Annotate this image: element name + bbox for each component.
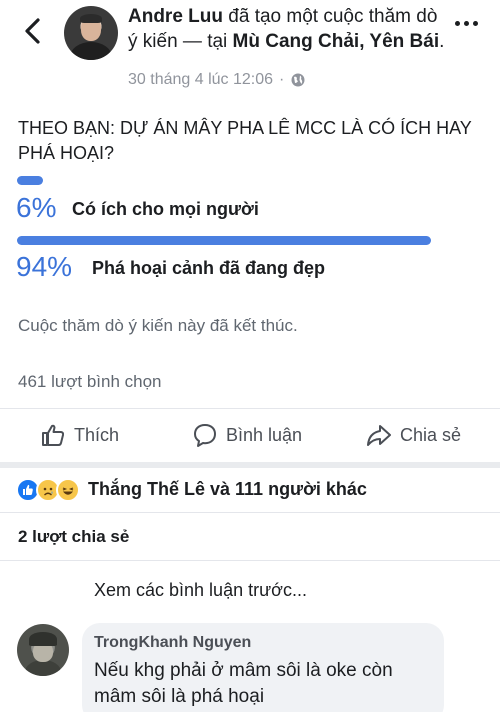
shares-count[interactable]: 2 lượt chia sẻ	[18, 527, 129, 547]
globe-icon	[291, 73, 305, 87]
divider	[0, 560, 500, 561]
like-button[interactable]: Thích	[40, 420, 119, 450]
post-title: Andre Luu đã tạo một cuộc thăm dò ý kiến…	[128, 4, 448, 54]
share-button[interactable]: Chia sẻ	[366, 420, 461, 450]
more-dot-icon	[473, 20, 478, 26]
more-dot-icon	[455, 20, 460, 26]
comment-author[interactable]: TrongKhanh Nguyen	[94, 634, 251, 652]
thumbs-up-icon	[42, 424, 65, 446]
more-options-button[interactable]	[455, 18, 481, 28]
comment-icon	[194, 424, 216, 447]
vote-count[interactable]: 461 lượt bình chọn	[18, 372, 162, 392]
reactions-icons[interactable]	[16, 476, 80, 504]
poll-question: THEO BẠN: DỰ ÁN MÂY PHA LÊ MCC LÀ CÓ ÍCH…	[18, 118, 472, 163]
section-divider	[0, 462, 500, 468]
post-meta: 30 tháng 4 lúc 12:06 ·	[128, 71, 306, 89]
poll-option-percent: 94%	[16, 251, 73, 282]
chevron-left-icon	[25, 18, 40, 44]
share-arrow-icon	[367, 425, 391, 446]
location-link[interactable]: Mù Cang Chải, Yên Bái	[233, 31, 440, 52]
comment-button[interactable]: Bình luận	[192, 420, 302, 450]
poll-option-bar	[17, 236, 431, 245]
poll-option-label: Có ích cho mọi người	[72, 199, 259, 219]
poll-ended-text: Cuộc thăm dò ý kiến này đã kết thúc.	[18, 316, 298, 335]
poll-option-bar	[17, 176, 43, 185]
back-button[interactable]	[18, 14, 48, 48]
comment-text: Nếu khg phải ở mâm sôi là oke còn mâm sô…	[94, 660, 393, 707]
poll-option-percent: 6%	[16, 192, 57, 223]
like-label: Thích	[74, 424, 120, 445]
comment-label: Bình luận	[226, 424, 303, 445]
author-name[interactable]: Andre Luu	[128, 6, 223, 27]
post-header: Andre Luu đã tạo một cuộc thăm dò ý kiến…	[0, 0, 500, 100]
location-suffix: .	[439, 31, 445, 52]
more-dot-icon	[464, 20, 469, 26]
author-avatar[interactable]	[64, 6, 118, 60]
share-label: Chia sẻ	[400, 424, 462, 445]
commenter-avatar[interactable]	[17, 624, 69, 676]
poll-option-label: Phá hoại cảnh đã đang đẹp	[92, 258, 326, 278]
reactions-summary[interactable]: Thắng Thế Lê và 111 người khác	[88, 479, 367, 500]
haha-icon	[56, 478, 80, 502]
divider	[0, 512, 500, 513]
post-timestamp[interactable]: 30 tháng 4 lúc 12:06	[128, 71, 273, 89]
view-previous-comments-link[interactable]: Xem các bình luận trước...	[94, 580, 307, 601]
divider	[0, 408, 500, 409]
